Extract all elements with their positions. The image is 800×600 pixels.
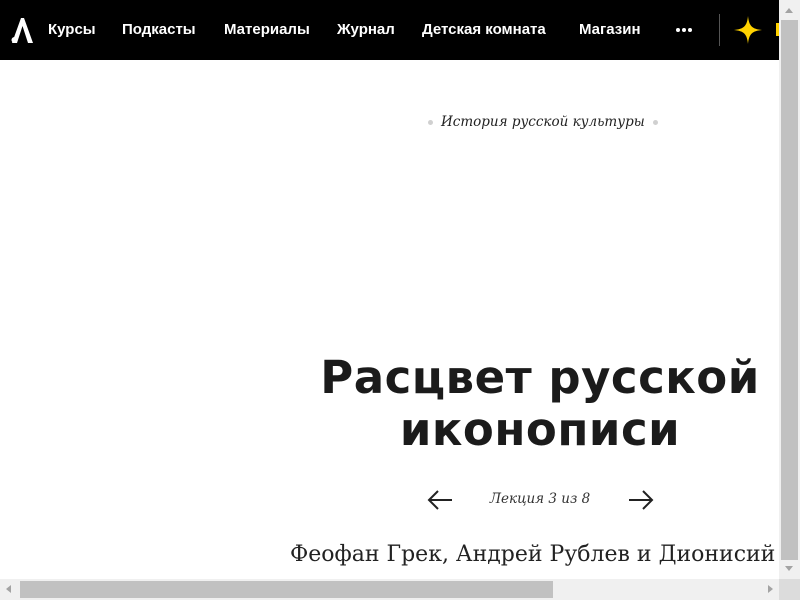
horizontal-scrollbar[interactable] <box>0 579 779 600</box>
lecture-counter: Лекция 3 из 8 <box>489 491 591 507</box>
nav-item-podcasts[interactable]: Подкасты <box>122 20 196 40</box>
lecture-title-line-1: Расцвет русской <box>320 351 760 404</box>
lecture-subtitle: Феофан Грек, Андрей Рублев и Дионисий <box>290 542 776 567</box>
scroll-down-icon[interactable] <box>785 566 793 571</box>
nav-item-shop[interactable]: Магазин <box>579 20 641 40</box>
dot-icon <box>652 120 658 125</box>
nav-item-materials[interactable]: Материалы <box>224 20 310 40</box>
nav-item-journal[interactable]: Журнал <box>337 20 395 40</box>
nav-item-kids-room[interactable]: Детская комната <box>422 20 546 40</box>
horizontal-scroll-thumb[interactable] <box>20 581 553 598</box>
sparkle-icon[interactable] <box>733 15 763 45</box>
scroll-left-icon[interactable] <box>6 585 11 593</box>
arrow-right-icon[interactable] <box>627 488 655 512</box>
lecture-title-line-2: иконописи <box>399 403 681 456</box>
dot-icon <box>428 120 433 125</box>
course-link[interactable]: История русской культуры <box>420 114 660 134</box>
ellipsis-icon[interactable] <box>674 20 694 40</box>
nav-item-courses[interactable]: Курсы <box>48 20 96 40</box>
vertical-scroll-thumb[interactable] <box>781 20 798 560</box>
top-navigation-bar: Курсы Подкасты Материалы Журнал Детская … <box>0 0 779 60</box>
scrollbar-corner <box>779 579 800 600</box>
course-link-label: История русской культуры <box>441 114 645 130</box>
scroll-right-icon[interactable] <box>768 585 773 593</box>
nav-divider <box>719 14 720 46</box>
scroll-up-icon[interactable] <box>785 8 793 13</box>
vertical-scrollbar[interactable] <box>779 0 800 579</box>
arrow-left-icon[interactable] <box>426 488 454 512</box>
arzamas-logo[interactable] <box>10 16 34 44</box>
lecture-title: Расцвет русской иконописи <box>300 352 780 456</box>
